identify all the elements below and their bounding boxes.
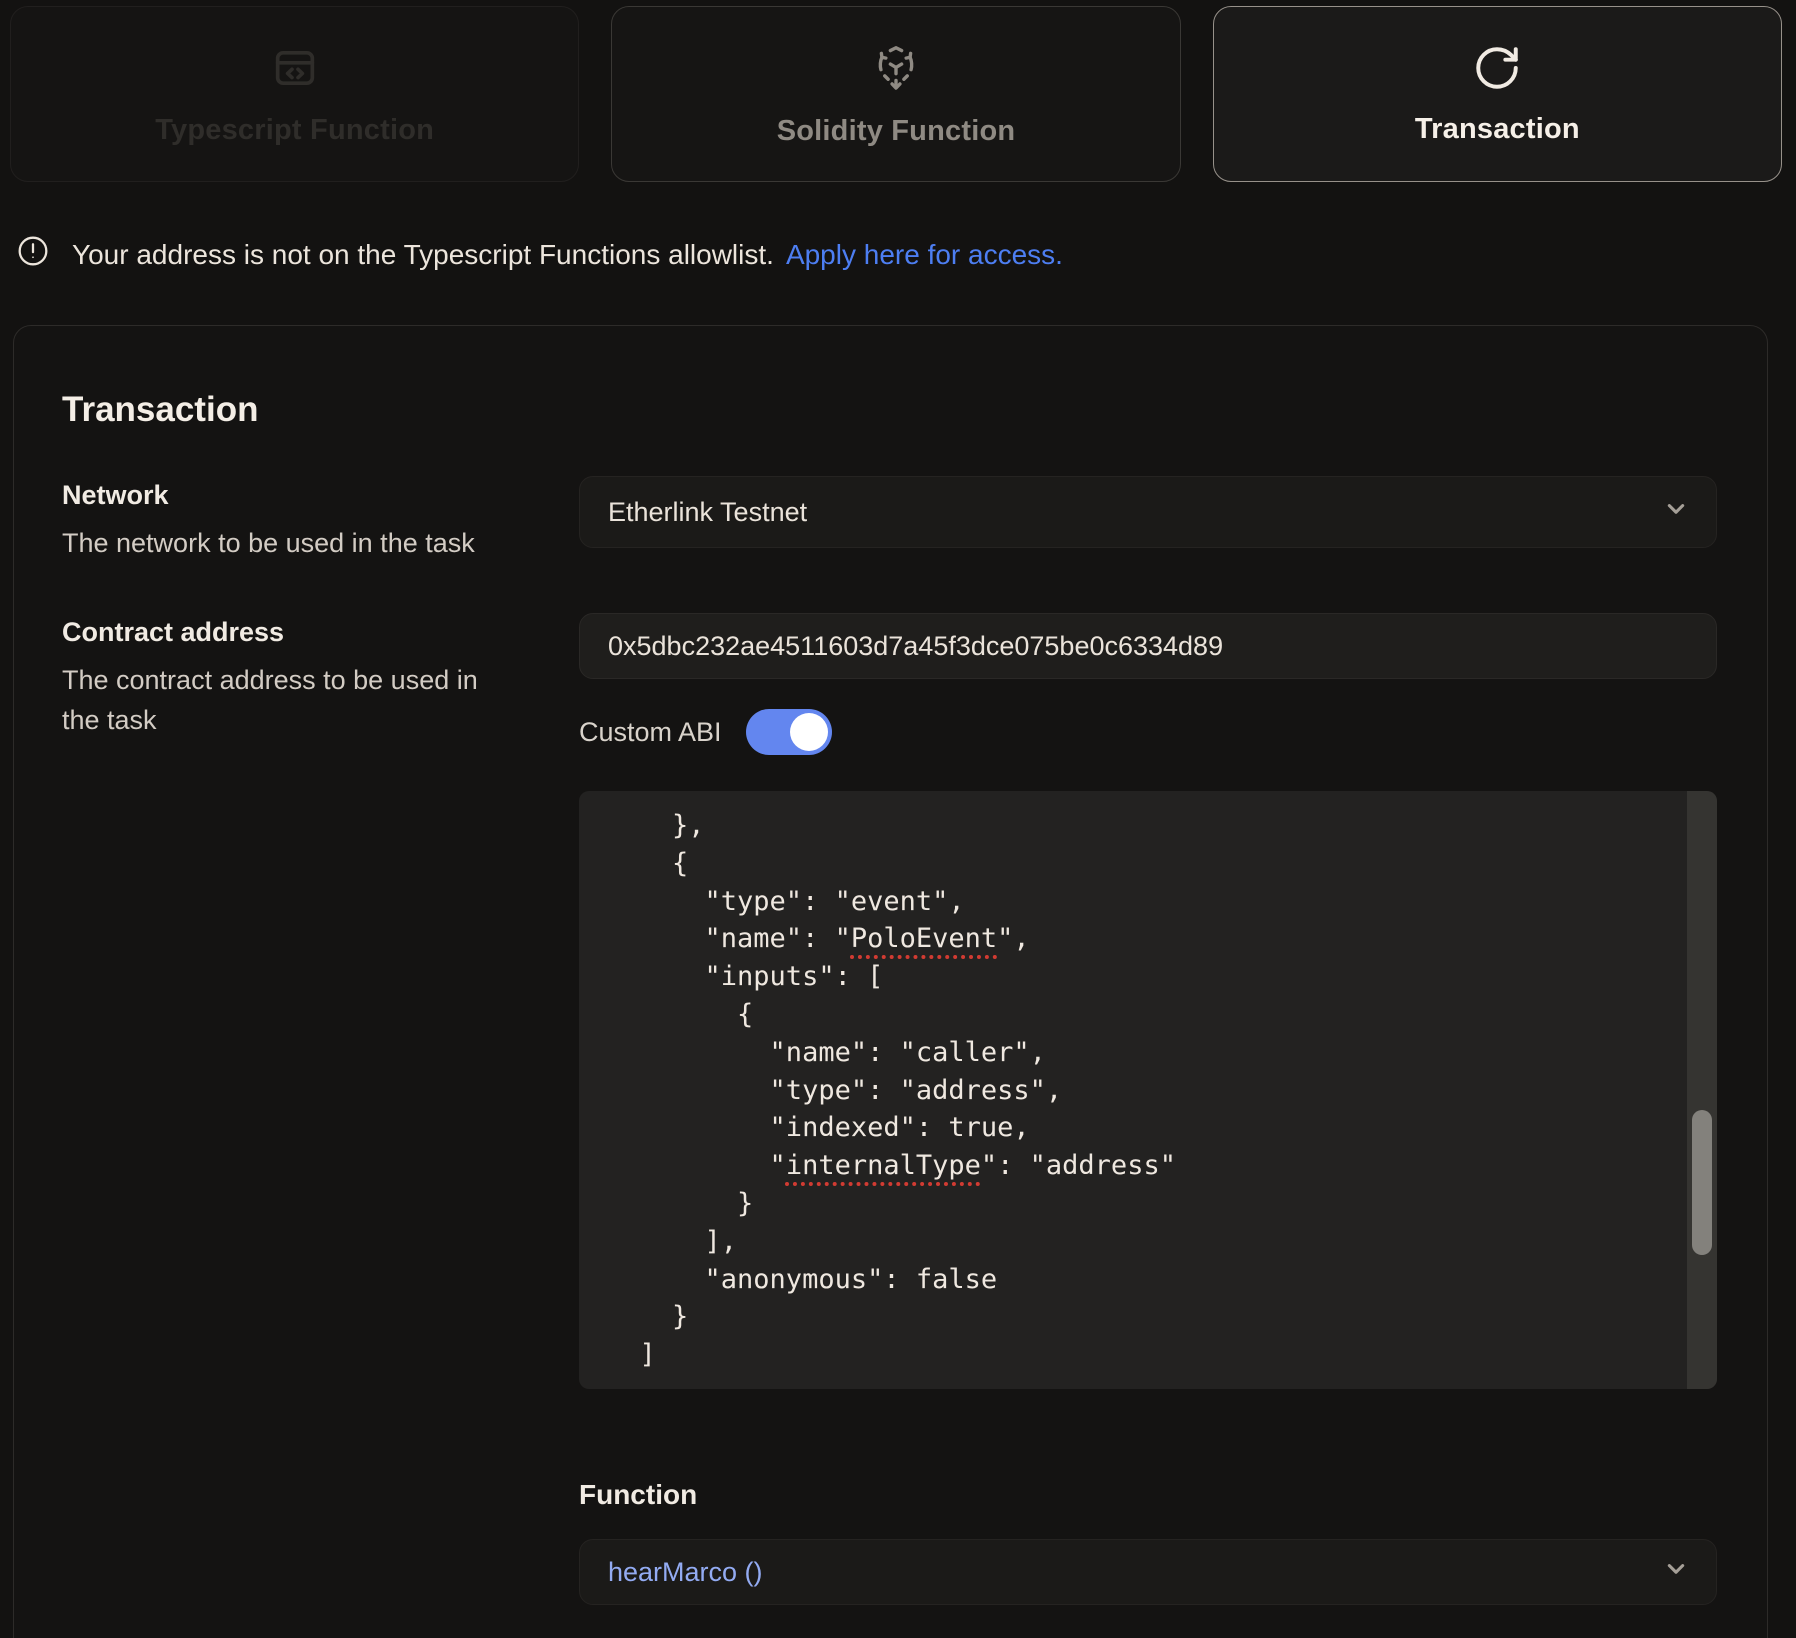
rotate-cw-icon: [1472, 43, 1522, 93]
tab-typescript-function[interactable]: Typescript Function: [10, 6, 579, 182]
toggle-knob: [790, 713, 828, 751]
chevron-down-icon: [1660, 493, 1692, 532]
contract-address-label: Contract address: [62, 613, 502, 648]
network-select[interactable]: Etherlink Testnet: [579, 476, 1717, 548]
transaction-panel: Transaction Network The network to be us…: [13, 325, 1768, 1638]
function-label: Function: [579, 1479, 1717, 1511]
network-row: Network The network to be used in the ta…: [62, 476, 1717, 563]
tab-label: Solidity Function: [777, 115, 1016, 148]
function-select[interactable]: hearMarco (): [579, 1539, 1717, 1605]
code-window-icon: [269, 42, 321, 94]
alert-text: Your address is not on the Typescript Fu…: [72, 239, 774, 271]
code-scrollbar-track[interactable]: [1687, 791, 1717, 1389]
tab-transaction[interactable]: Transaction: [1213, 6, 1782, 182]
network-label: Network: [62, 476, 502, 511]
function-select-value: hearMarco (): [608, 1557, 763, 1588]
custom-abi-toggle[interactable]: [746, 709, 832, 755]
network-select-value: Etherlink Testnet: [608, 497, 807, 528]
contract-row: Contract address The contract address to…: [62, 613, 1717, 1605]
custom-abi-row: Custom ABI: [579, 709, 1717, 755]
network-description: The network to be used in the task: [62, 523, 502, 563]
chevron-down-icon: [1660, 1553, 1692, 1592]
code-scrollbar-thumb[interactable]: [1692, 1110, 1712, 1255]
contract-address-value: 0x5dbc232ae4511603d7a45f3dce075be0c6334d…: [608, 631, 1223, 662]
abi-code-content: }, { "type": "event", "name": "PoloEvent…: [579, 791, 1717, 1388]
contract-address-input[interactable]: 0x5dbc232ae4511603d7a45f3dce075be0c6334d…: [579, 613, 1717, 679]
tab-solidity-function[interactable]: Solidity Function: [611, 6, 1180, 182]
apply-access-link[interactable]: Apply here for access.: [786, 239, 1063, 271]
alert-circle-icon: [16, 234, 72, 275]
custom-abi-label: Custom ABI: [579, 717, 722, 748]
allowlist-alert: Your address is not on the Typescript Fu…: [16, 234, 1796, 275]
abi-code-editor[interactable]: }, { "type": "event", "name": "PoloEvent…: [579, 791, 1717, 1389]
tab-label: Transaction: [1415, 113, 1580, 146]
task-type-tabs: Typescript Function Solidity Function Tr: [10, 6, 1782, 182]
deployed-code-icon: [869, 41, 923, 95]
contract-address-description: The contract address to be used in the t…: [62, 660, 502, 740]
panel-title: Transaction: [62, 390, 1717, 430]
tab-label: Typescript Function: [155, 114, 434, 147]
